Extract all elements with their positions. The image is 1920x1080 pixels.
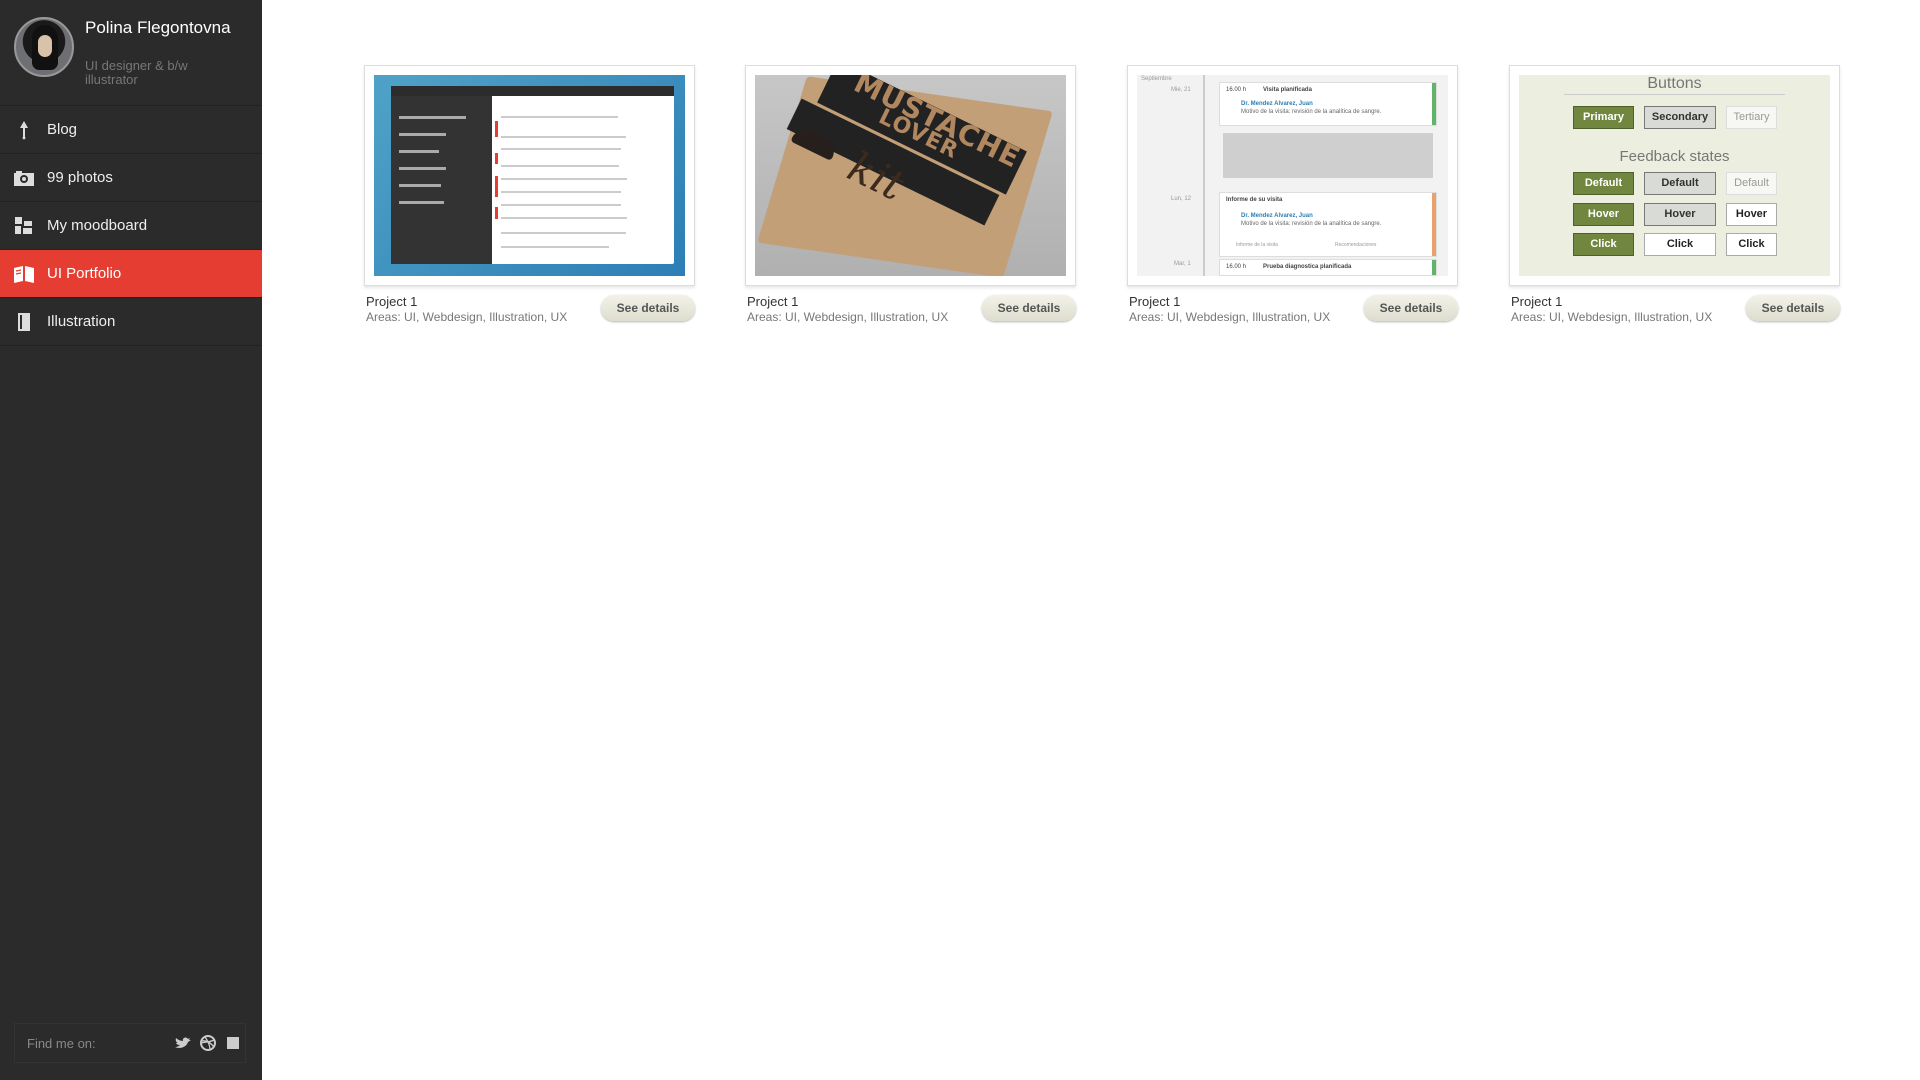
timeline-event: 16.00 h Visita planificada Dr. Mendez Al… [1219,82,1437,126]
project-title: Project 1 [1129,294,1181,309]
project-areas: Areas: UI, Webdesign, Illustration, UX [1129,310,1331,324]
sidebar-item-label: My moodboard [47,217,148,234]
timeline-line [1203,75,1205,276]
see-details-button[interactable]: See details [601,295,695,321]
notification-center-preview [374,75,685,276]
timeline-date: Mie, 21 [1171,87,1191,93]
see-details-button[interactable]: See details [1364,295,1458,321]
project-thumbnail[interactable]: Septiembre Mie, 21 Lun, 12 Mar, 1 16.00 … [1127,65,1458,286]
project-card[interactable]: Buttons Primary Secondary Tertiary Feedb… [1509,65,1840,324]
button-states-preview: Buttons Primary Secondary Tertiary Feedb… [1519,75,1830,276]
sidebar: Polina Flegontovna UI designer & b/w ill… [0,0,262,1080]
project-areas: Areas: UI, Webdesign, Illustration, UX [1511,310,1713,324]
medical-timeline-preview: Septiembre Mie, 21 Lun, 12 Mar, 1 16.00 … [1137,75,1448,276]
project-thumbnail[interactable] [364,65,695,286]
avatar[interactable] [14,17,74,77]
sidebar-item-blog[interactable]: Blog [0,106,262,154]
moodboard-icon [0,216,47,236]
see-details-button[interactable]: See details [982,295,1076,321]
book-open-icon [0,264,47,284]
project-card[interactable]: MUSTACHE LOVER kit Project 1 Areas: UI, … [745,65,1076,324]
preview-sidebar [391,96,492,264]
preview-title: Buttons [1647,75,1702,92]
project-card[interactable]: Septiembre Mie, 21 Lun, 12 Mar, 1 16.00 … [1127,65,1458,324]
project-title: Project 1 [366,294,418,309]
see-details-button[interactable]: See details [1746,295,1840,321]
project-areas: Areas: UI, Webdesign, Illustration, UX [366,310,568,324]
profile-name: Polina Flegontovna [85,18,231,37]
sidebar-item-label: Blog [47,121,78,138]
square-icon[interactable] [220,1033,245,1053]
image-placeholder [1223,133,1433,178]
pen-icon [0,120,47,140]
sidebar-item-label: Illustration [47,313,116,330]
timeline-event: Informe de su visita Dr. Mendez Alvarez,… [1219,192,1437,257]
sidebar-item-ui-portfolio[interactable]: UI Portfolio [0,250,262,298]
preview-titlebar [391,86,674,96]
sidebar-item-label: 99 photos [47,169,113,186]
preview-window [391,86,674,264]
camera-icon [0,169,47,187]
sidebar-item-label: UI Portfolio [47,265,122,282]
project-title: Project 1 [1511,294,1563,309]
social-links-bar: Find me on: [14,1023,246,1063]
sidebar-item-photos[interactable]: 99 photos [0,154,262,202]
timeline-date: Mar, 1 [1174,261,1191,267]
twitter-icon[interactable] [170,1033,195,1053]
profile-subtitle: UI designer & b/w illustrator [85,58,188,87]
sidebar-item-moodboard[interactable]: My moodboard [0,202,262,250]
sidebar-item-illustration[interactable]: Illustration [0,298,262,346]
timeline-date: Lun, 12 [1171,196,1192,202]
timeline-section: Septiembre [1141,76,1172,82]
timeline-event: 16.00 h Prueba diagnostica planificada [1219,259,1437,276]
preview-subtitle: Feedback states [1619,148,1730,165]
project-thumbnail[interactable]: Buttons Primary Secondary Tertiary Feedb… [1509,65,1840,286]
project-title: Project 1 [747,294,799,309]
dribbble-icon[interactable] [195,1033,220,1053]
find-me-label: Find me on: [27,1035,96,1051]
project-thumbnail[interactable]: MUSTACHE LOVER kit [745,65,1076,286]
project-areas: Areas: UI, Webdesign, Illustration, UX [747,310,949,324]
mustache-box-preview: MUSTACHE LOVER kit [755,75,1066,276]
project-card[interactable]: Project 1 Areas: UI, Webdesign, Illustra… [364,65,695,324]
book-icon [0,312,47,332]
profile: Polina Flegontovna UI designer & b/w ill… [0,0,262,106]
